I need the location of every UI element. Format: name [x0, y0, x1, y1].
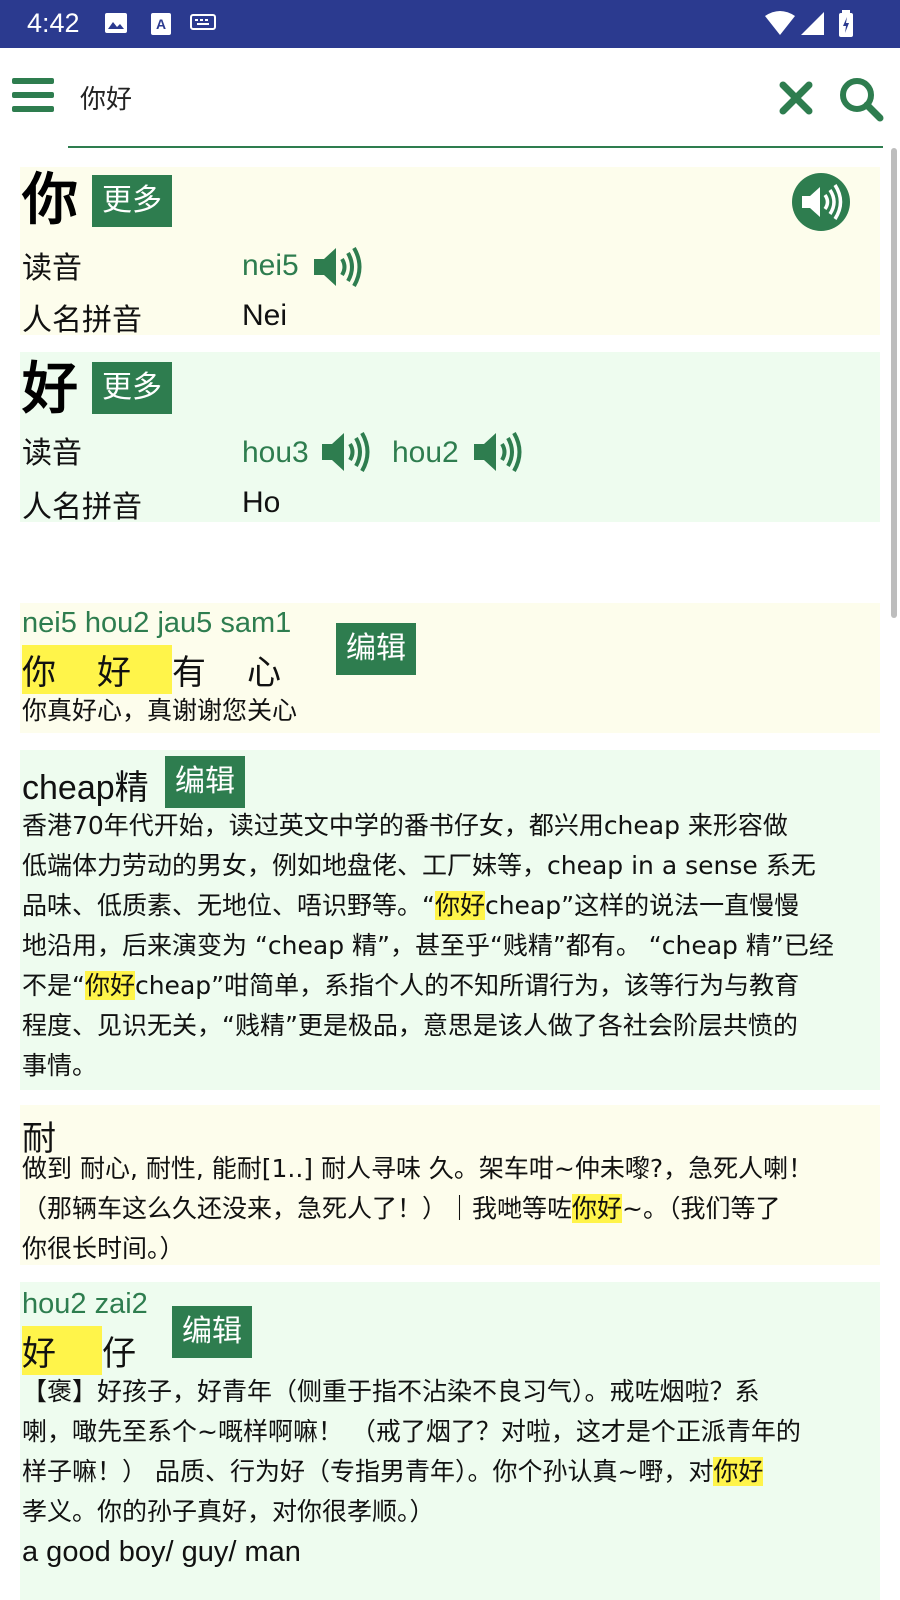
- name-pinyin-value: Ho: [242, 486, 281, 519]
- reading-hou3[interactable]: hou3: [242, 436, 309, 470]
- entry-jyutping: hou2 zai2: [22, 1288, 148, 1320]
- scrollbar[interactable]: [891, 148, 897, 618]
- search-highlight: 你好: [572, 1194, 623, 1223]
- svg-text:A: A: [156, 16, 166, 32]
- entry-card: 耐 做到 耐心, 耐性, 能耐[1..] 耐人寻味 久。架车咁~仲未嚟?，急死人…: [20, 1105, 880, 1265]
- search-highlight: 你好: [434, 891, 485, 920]
- reading-hou2[interactable]: hou2: [392, 436, 459, 470]
- entry-definition: 【褒】好孩子，好青年（侧重于指不沾染不良习气）。戒咗烟啦？系 喇，噉先至系个~嘅…: [22, 1372, 882, 1572]
- char-glyph: 好: [22, 357, 78, 422]
- edit-button[interactable]: 编辑: [165, 756, 245, 808]
- entry-headword: 你好有 心: [22, 645, 322, 694]
- speaker-icon: [802, 184, 843, 220]
- headword-char: 仔: [102, 1334, 136, 1374]
- def-line: 品味、低质素、无地位、唔识野等。“你好cheap”这样的说法一直慢慢: [22, 891, 800, 920]
- def-line: 孝义。你的孙子真好，对你很孝顺。）: [22, 1497, 435, 1526]
- edit-button[interactable]: 编辑: [336, 623, 416, 675]
- entry-jyutping: nei5 hou2 jau5 sam1: [22, 607, 292, 639]
- def-line: 不是“你好cheap”咁简单，系指个人的不知所谓行为，该等行为与教育: [22, 971, 800, 1000]
- search-icon[interactable]: [838, 76, 884, 122]
- char-glyph: 你: [22, 168, 78, 233]
- speaker-icon[interactable]: [312, 245, 366, 289]
- char-card-hao: 好 更多 读音 hou3 hou2 人名拼音 Ho: [20, 352, 880, 525]
- reading-label: 读音: [22, 436, 82, 471]
- keyboard-icon: [190, 14, 216, 30]
- entry-definition: 你真好心，真谢谢您关心: [22, 696, 298, 725]
- clear-icon[interactable]: [778, 80, 814, 116]
- search-input[interactable]: [78, 74, 742, 120]
- speaker-icon[interactable]: [472, 430, 526, 474]
- menu-icon[interactable]: [12, 78, 54, 116]
- def-line: 事情。: [22, 1051, 98, 1080]
- speaker-icon[interactable]: [320, 430, 374, 474]
- def-line: 【褒】好孩子，好青年（侧重于指不沾染不良习气）。戒咗烟啦？系: [22, 1377, 760, 1406]
- name-pinyin-value: Nei: [242, 299, 288, 332]
- name-pinyin-label: 人名拼音: [22, 490, 142, 525]
- reading-nei5[interactable]: nei5: [242, 249, 299, 283]
- char-card-ni: 你 更多 读音 nei5 人名拼音 Nei: [20, 167, 880, 338]
- search-highlight: 你好: [713, 1457, 764, 1486]
- def-line: 喇，噉先至系个~嘅样啊嘛！ （戒了烟了？对啦，这才是个正派青年的: [22, 1417, 801, 1446]
- entry-card: nei5 hou2 jau5 sam1 你好有 心 编辑 你真好心，真谢谢您关心: [20, 603, 880, 733]
- headword-char: 有: [172, 653, 206, 693]
- def-line: 样子嘛！） 品质、行为好（专指男青年）。你个孙认真~嘢，对你好: [22, 1457, 764, 1486]
- headword-char: 你: [22, 645, 97, 694]
- def-line: 你很长时间。）: [22, 1234, 185, 1263]
- headword-char: 好: [97, 645, 172, 694]
- entry-headword: cheap精: [22, 769, 149, 807]
- search-underline: [68, 146, 883, 148]
- def-line: 香港70年代开始，读过英文中学的番书仔女，都兴用cheap 来形容做: [22, 811, 788, 840]
- status-time: 4:42: [27, 8, 80, 38]
- play-all-button[interactable]: [792, 173, 850, 231]
- status-bar: 4:42 A: [0, 0, 900, 48]
- image-icon: [105, 13, 127, 33]
- entry-card: hou2 zai2 好仔 编辑 【褒】好孩子，好青年（侧重于指不沾染不良习气）。…: [20, 1282, 880, 1600]
- search-highlight: 你好: [84, 971, 135, 1000]
- def-line: 做到 耐心, 耐性, 能耐[1..] 耐人寻味 久。架车咁~仲未嚟?，急死人喇！: [22, 1154, 814, 1183]
- more-button[interactable]: 更多: [92, 362, 172, 414]
- headword-char: 心: [247, 653, 281, 693]
- text-a-icon: A: [151, 13, 171, 35]
- signal-icon: [801, 12, 824, 35]
- entry-definition: 做到 耐心, 耐性, 能耐[1..] 耐人寻味 久。架车咁~仲未嚟?，急死人喇！…: [22, 1149, 882, 1269]
- def-line-english: a good boy/ guy/ man: [22, 1536, 301, 1568]
- def-line: 低端体力劳动的男女，例如地盘佬、工厂妹等，cheap in a sense 系无: [22, 851, 816, 880]
- entry-headword: 好仔: [22, 1326, 177, 1375]
- battery-icon: [839, 10, 853, 37]
- wifi-icon: [765, 11, 795, 35]
- search-bar: [0, 48, 900, 148]
- def-line: （那辆车这么久还没来，急死人了！）｜我哋等咗你好~。（我们等了: [22, 1194, 781, 1223]
- entry-card: cheap精 编辑 香港70年代开始，读过英文中学的番书仔女，都兴用cheap …: [20, 750, 880, 1090]
- def-line: 地沿用，后来演变为 “cheap 精”，甚至乎“贱精”都有。 “cheap 精”…: [22, 931, 834, 960]
- more-button[interactable]: 更多: [92, 175, 172, 227]
- name-pinyin-label: 人名拼音: [22, 303, 142, 338]
- edit-button[interactable]: 编辑: [172, 1306, 252, 1358]
- entry-definition: 香港70年代开始，读过英文中学的番书仔女，都兴用cheap 来形容做 低端体力劳…: [22, 806, 882, 1086]
- def-line: 程度、见识无关，“贱精”更是极品，意思是该人做了各社会阶层共愤的: [22, 1011, 798, 1040]
- reading-label: 读音: [22, 251, 82, 286]
- headword-char: 好: [22, 1326, 102, 1375]
